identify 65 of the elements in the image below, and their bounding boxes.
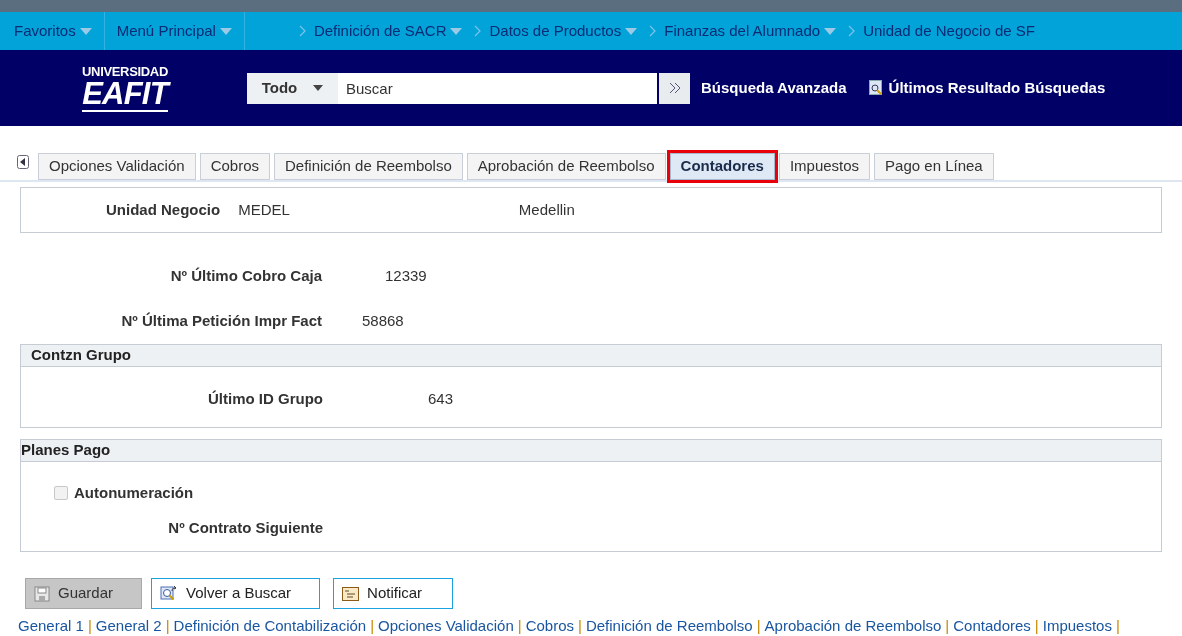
caret-icon bbox=[79, 27, 92, 35]
footer-link[interactable]: Impuestos bbox=[1042, 617, 1112, 634]
logo: UNIVERSIDAD EAFIT bbox=[63, 64, 187, 112]
recent-results-link[interactable]: Últimos Resultado Búsquedas bbox=[888, 76, 1106, 100]
caret-icon bbox=[625, 27, 638, 35]
action-button[interactable]: Notificar bbox=[333, 578, 454, 609]
field-value: MEDEL bbox=[238, 199, 290, 220]
breadcrumb-link[interactable]: Datos de Productos bbox=[489, 19, 638, 43]
chevron-icon bbox=[474, 25, 482, 37]
caret-icon bbox=[219, 27, 232, 35]
link-separator: | bbox=[1034, 617, 1039, 634]
footer-link[interactable]: Definición de Contabilización bbox=[173, 617, 367, 634]
footer-link[interactable]: Cobros bbox=[525, 617, 574, 634]
caret-icon bbox=[450, 27, 463, 35]
caret-icon bbox=[824, 27, 837, 35]
action-button[interactable]: Volver a Buscar bbox=[151, 578, 321, 609]
tab[interactable]: Definición de Reembolso bbox=[274, 153, 463, 180]
link-separator: | bbox=[370, 617, 375, 634]
tab[interactable]: Opciones Validación bbox=[38, 153, 196, 180]
tab[interactable]: Impuestos bbox=[778, 153, 871, 180]
chevron-icon bbox=[649, 25, 657, 37]
advanced-search-link[interactable]: Búsqueda Avanzada bbox=[701, 76, 847, 100]
footer-link[interactable]: Definición de Reembolso bbox=[585, 617, 753, 634]
link-separator: | bbox=[945, 617, 950, 634]
search-scope-dropdown[interactable]: Todo bbox=[247, 72, 338, 104]
breadcrumb-link[interactable]: Unidad de Negocio de SF bbox=[863, 19, 1035, 43]
footer-link[interactable]: Aprobación de Reembolso bbox=[764, 617, 942, 634]
field-label: Nº Última Petición Impr Fact bbox=[120, 310, 322, 331]
tab[interactable]: Aprobación de Reembolso bbox=[466, 153, 666, 180]
link-separator: | bbox=[165, 617, 170, 634]
chevron-icon bbox=[298, 25, 306, 37]
link-separator: | bbox=[578, 617, 582, 634]
chevron-icon bbox=[848, 25, 856, 37]
field-label: Último ID Grupo bbox=[207, 389, 323, 409]
search-field[interactable]: Buscar bbox=[338, 72, 657, 104]
note-icon bbox=[342, 586, 360, 601]
tab[interactable]: Contadores bbox=[669, 153, 775, 180]
field-value: 643 bbox=[428, 389, 454, 409]
caret-icon bbox=[313, 85, 324, 91]
field-value: Medellin bbox=[518, 199, 575, 220]
search-button[interactable] bbox=[659, 72, 690, 104]
footer-link[interactable]: General 2 bbox=[95, 617, 162, 634]
footer-link[interactable]: Opciones Validación bbox=[378, 617, 514, 634]
search-icon bbox=[160, 585, 179, 602]
search-icon bbox=[868, 80, 883, 96]
tab[interactable]: Cobros bbox=[199, 153, 270, 180]
double-chevron-icon bbox=[668, 82, 681, 94]
field-value: 58868 bbox=[362, 310, 404, 331]
section-header: Planes Pago bbox=[21, 440, 1161, 462]
link-separator: | bbox=[87, 617, 92, 634]
tab[interactable]: Pago en Línea bbox=[874, 153, 994, 180]
field-label: Unidad Negocio bbox=[106, 199, 221, 220]
link-separator: | bbox=[517, 617, 522, 634]
scroll-left-icon[interactable] bbox=[17, 155, 29, 169]
breadcrumb-link[interactable]: Finanzas del Alumnado bbox=[664, 19, 837, 43]
field-label: Nº Contrato Siguiente bbox=[167, 517, 323, 538]
section-header: Contzn Grupo bbox=[21, 345, 1161, 367]
footer-link[interactable]: Contadores bbox=[953, 617, 1031, 634]
footer-link[interactable]: General 1 bbox=[18, 617, 84, 634]
field-value: 12339 bbox=[385, 266, 427, 286]
breadcrumb-link[interactable]: Definición de SACR bbox=[313, 19, 463, 43]
link-separator: | bbox=[1115, 617, 1120, 634]
link-separator: | bbox=[756, 617, 761, 634]
checkbox-label: Autonumeración bbox=[74, 483, 194, 503]
field-label: Nº Último Cobro Caja bbox=[169, 266, 322, 286]
